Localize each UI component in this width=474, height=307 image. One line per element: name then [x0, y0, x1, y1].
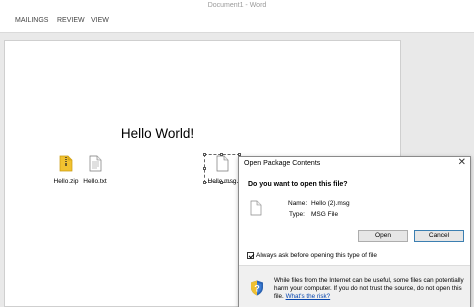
tab-mailings[interactable]: MAILINGS — [15, 17, 48, 24]
blank-file-icon — [250, 200, 262, 216]
ribbon-tabs: MAILINGS REVIEW VIEW — [0, 12, 474, 33]
open-package-dialog: Open Package Contents ✕ Do you want to o… — [238, 156, 471, 307]
resize-handle[interactable] — [220, 181, 223, 184]
text-file-icon — [89, 155, 101, 172]
resize-handle[interactable] — [203, 167, 206, 170]
embedded-file-label: Hello.txt — [83, 178, 107, 185]
always-ask-label: Always ask before opening this type of f… — [256, 252, 378, 260]
blank-file-icon — [216, 155, 228, 172]
document-heading: Hello World! — [120, 126, 195, 141]
always-ask-checkbox-row[interactable]: Always ask before opening this type of f… — [247, 252, 377, 259]
whats-the-risk-link[interactable]: What's the risk? — [286, 293, 331, 300]
resize-handle[interactable] — [203, 181, 206, 184]
always-ask-checkbox[interactable] — [247, 252, 254, 259]
name-value: Hello (2).msg — [311, 200, 350, 207]
open-button[interactable]: Open — [358, 230, 408, 242]
embedded-file-txt[interactable]: Hello.txt — [78, 155, 112, 185]
title-bar: Document1 - Word — [0, 0, 474, 12]
resize-handle[interactable] — [220, 153, 223, 156]
zip-folder-icon — [59, 155, 73, 172]
type-value: MSG File — [311, 211, 339, 218]
type-label: Type: — [289, 211, 305, 218]
close-icon[interactable]: ✕ — [458, 157, 466, 169]
cancel-button[interactable]: Cancel — [414, 230, 464, 242]
svg-text:?: ? — [254, 284, 260, 294]
tab-view[interactable]: VIEW — [91, 17, 109, 24]
tab-review[interactable]: REVIEW — [57, 17, 85, 24]
security-shield-icon: ? — [251, 280, 263, 296]
dialog-title: Open Package Contents — [244, 160, 321, 167]
window-title: Document1 - Word — [207, 2, 267, 9]
security-warning: ? While files from the Internet can be u… — [239, 265, 470, 307]
name-label: Name: — [288, 200, 308, 207]
dialog-question: Do you want to open this file? — [248, 181, 348, 188]
embedded-file-msg[interactable]: Hello.msg — [203, 153, 241, 185]
resize-handle[interactable] — [203, 153, 206, 156]
warning-message: While files from the Internet can be use… — [274, 277, 464, 301]
